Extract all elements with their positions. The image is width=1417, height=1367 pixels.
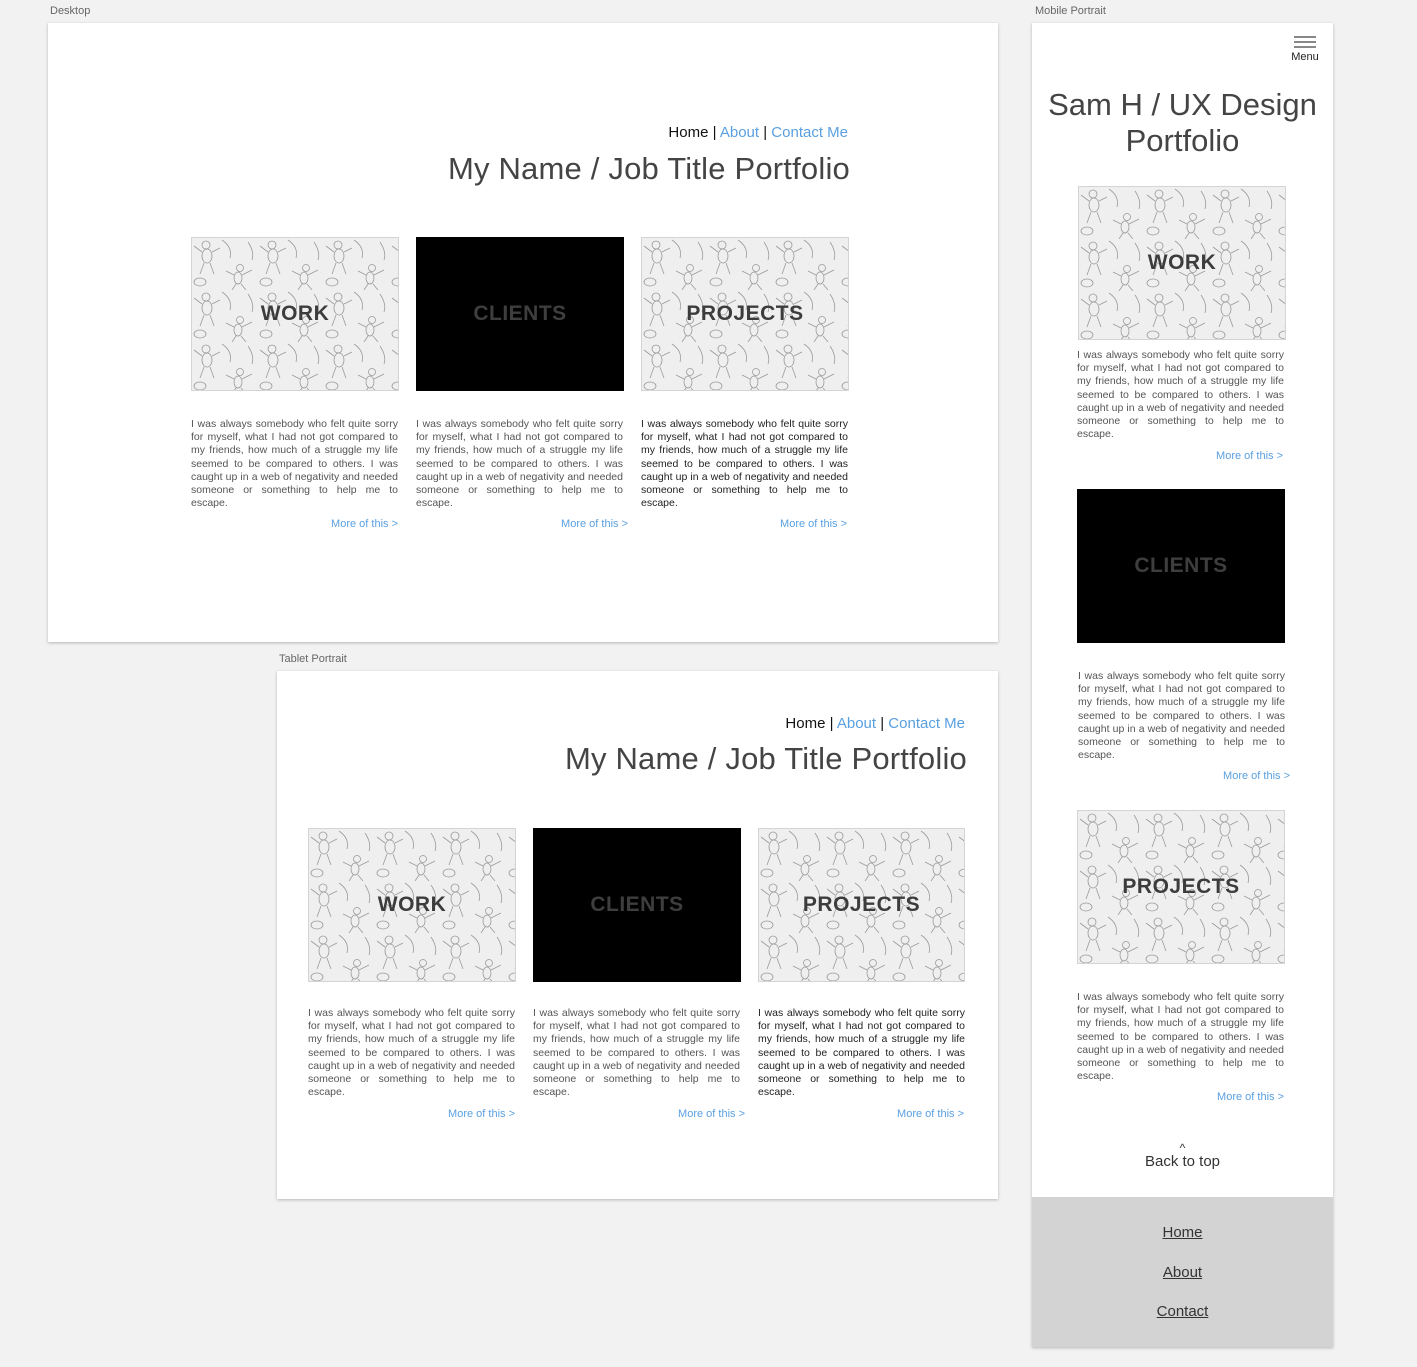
page-title: My Name / Job Title Portfolio: [447, 151, 850, 186]
projects-tile[interactable]: PROJECTS: [1077, 810, 1285, 964]
menu-label: Menu: [1291, 51, 1319, 63]
chevron-up-icon: ^: [1179, 1141, 1186, 1155]
projects-tile[interactable]: PROJECTS: [641, 237, 849, 391]
desktop-artboard: Home | About | Contact Me My Name / Job …: [48, 23, 998, 642]
projects-tile[interactable]: PROJECTS: [758, 828, 965, 982]
projects-description: I was always somebody who felt quite sor…: [1077, 991, 1284, 1083]
nav-separator: |: [763, 124, 768, 141]
desktop-nav: Home | About | Contact Me: [668, 124, 848, 141]
work-tile-label: WORK: [377, 893, 447, 916]
projects-more-link[interactable]: More of this >: [1164, 1091, 1284, 1103]
menu-button[interactable]: Menu: [1285, 36, 1325, 63]
work-tile[interactable]: WORK: [308, 828, 516, 982]
work-description: I was always somebody who felt quite sor…: [191, 418, 398, 510]
mobile-artboard: Menu Sam H / UX Design Portfolio WORK I …: [1032, 23, 1333, 1347]
work-tile[interactable]: WORK: [1078, 186, 1286, 340]
nav-contact[interactable]: Contact Me: [888, 715, 965, 732]
footer-link-about[interactable]: About: [1032, 1264, 1333, 1281]
clients-description: I was always somebody who felt quite sor…: [533, 1007, 740, 1099]
desktop-artboard-label: Desktop: [50, 5, 91, 17]
work-tile-label: WORK: [260, 302, 330, 325]
nav-separator: |: [712, 124, 717, 141]
footer-link-contact[interactable]: Contact: [1032, 1303, 1333, 1320]
clients-tile-label: CLIENTS: [473, 302, 567, 325]
projects-more-link[interactable]: More of this >: [844, 1108, 964, 1120]
work-description: I was always somebody who felt quite sor…: [1077, 349, 1284, 441]
tablet-artboard: Home | About | Contact Me My Name / Job …: [277, 671, 998, 1199]
clients-more-link[interactable]: More of this >: [625, 1108, 745, 1120]
nav-home[interactable]: Home: [785, 715, 825, 732]
hamburger-icon: [1294, 36, 1316, 48]
nav-about[interactable]: About: [837, 715, 876, 732]
clients-description: I was always somebody who felt quite sor…: [1078, 670, 1285, 762]
clients-tile[interactable]: CLIENTS: [533, 828, 741, 982]
tablet-artboard-label: Tablet Portrait: [279, 653, 347, 665]
work-more-link[interactable]: More of this >: [395, 1108, 515, 1120]
work-more-link[interactable]: More of this >: [278, 518, 398, 530]
work-description: I was always somebody who felt quite sor…: [308, 1007, 515, 1099]
back-to-top-label: Back to top: [1144, 1153, 1221, 1170]
projects-tile-label: PROJECTS: [1122, 875, 1240, 898]
mobile-footer: Home About Contact: [1032, 1197, 1333, 1347]
projects-more-link[interactable]: More of this >: [727, 518, 847, 530]
nav-about[interactable]: About: [720, 124, 759, 141]
back-to-top-button[interactable]: ^ Back to top: [1032, 1141, 1333, 1170]
work-tile[interactable]: WORK: [191, 237, 399, 391]
clients-description: I was always somebody who felt quite sor…: [416, 418, 623, 510]
nav-separator: |: [829, 715, 834, 732]
nav-home[interactable]: Home: [668, 124, 708, 141]
page-title: My Name / Job Title Portfolio: [564, 741, 967, 776]
work-tile-label: WORK: [1147, 251, 1217, 274]
clients-tile[interactable]: CLIENTS: [1077, 489, 1285, 643]
clients-more-link[interactable]: More of this >: [508, 518, 628, 530]
nav-contact[interactable]: Contact Me: [771, 124, 848, 141]
projects-description: I was always somebody who felt quite sor…: [758, 1007, 965, 1099]
mobile-artboard-label: Mobile Portrait: [1035, 5, 1106, 17]
footer-link-home[interactable]: Home: [1032, 1224, 1333, 1241]
clients-tile[interactable]: CLIENTS: [416, 237, 624, 391]
nav-separator: |: [880, 715, 885, 732]
projects-tile-label: PROJECTS: [686, 302, 804, 325]
tablet-nav: Home | About | Contact Me: [785, 715, 965, 732]
clients-tile-label: CLIENTS: [1134, 554, 1228, 577]
projects-tile-label: PROJECTS: [802, 893, 921, 916]
clients-more-link[interactable]: More of this >: [1170, 770, 1290, 782]
mobile-page-title: Sam H / UX Design Portfolio: [1048, 87, 1317, 158]
projects-description: I was always somebody who felt quite sor…: [641, 418, 848, 510]
clients-tile-label: CLIENTS: [590, 893, 684, 916]
work-more-link[interactable]: More of this >: [1163, 450, 1283, 462]
